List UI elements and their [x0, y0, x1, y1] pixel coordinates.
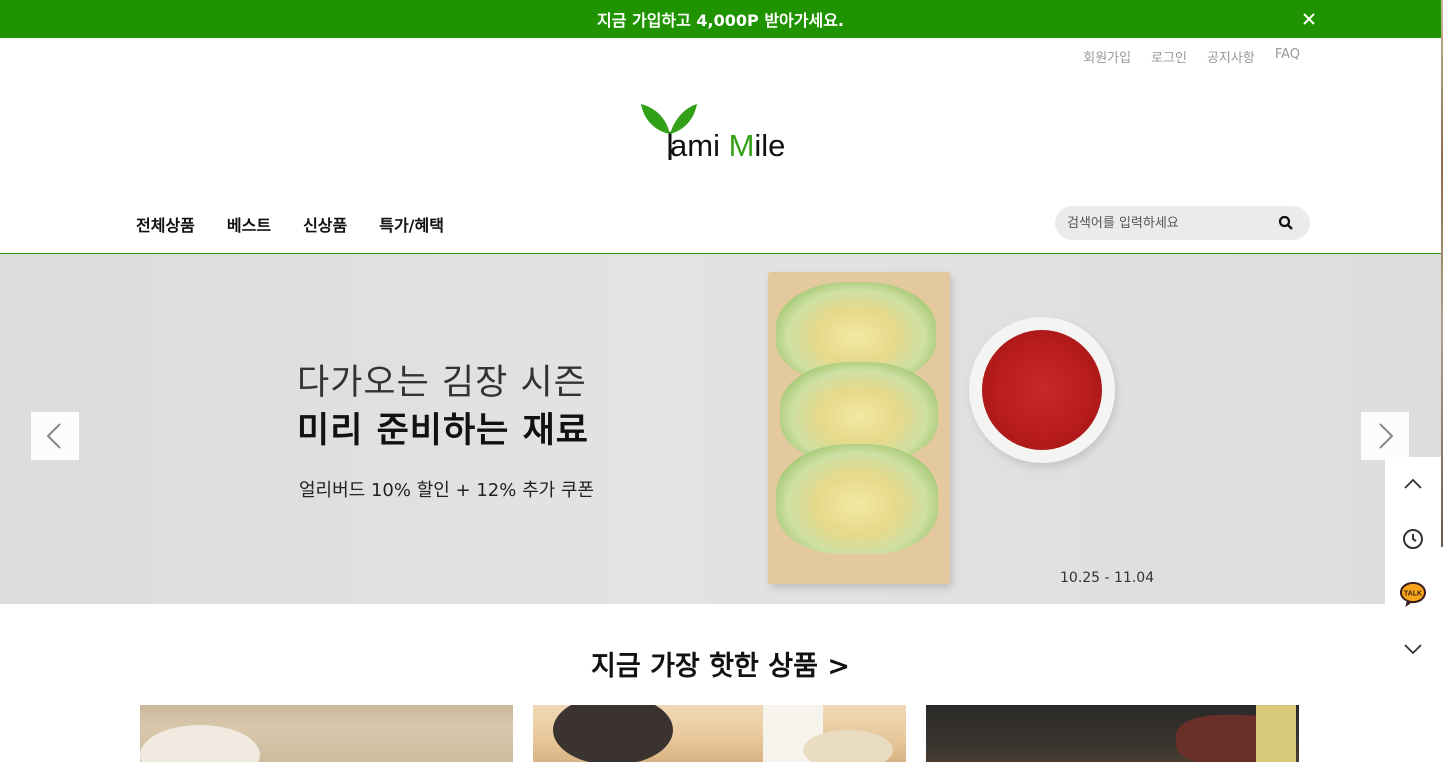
utility-nav: 회원가입 로그인 공지사항 FAQ: [1083, 47, 1300, 66]
nav-new[interactable]: 신상품: [303, 212, 347, 236]
product-card[interactable]: [140, 705, 513, 762]
kakao-talk-icon: TALK: [1400, 582, 1426, 607]
nav-best[interactable]: 베스트: [227, 212, 271, 236]
hero-date: 10.25 - 11.04: [1060, 570, 1155, 586]
kakao-talk-button[interactable]: TALK: [1385, 567, 1441, 621]
nav-all-products[interactable]: 전체상품: [136, 212, 195, 236]
recent-view-button[interactable]: [1385, 512, 1441, 566]
logo-text: ami Mile: [670, 128, 786, 163]
promo-banner: 지금 가입하고 4,000P 받아가세요.: [0, 0, 1441, 38]
scroll-top-button[interactable]: [1385, 457, 1441, 511]
promo-text[interactable]: 지금 가입하고 4,000P 받아가세요.: [597, 7, 844, 31]
signup-link[interactable]: 회원가입: [1083, 47, 1131, 66]
nav-deals[interactable]: 특가/혜택: [379, 212, 444, 236]
hero-title-line1: 다가오는 김장 시즌: [297, 363, 587, 403]
clock-icon: [1403, 529, 1423, 549]
product-card[interactable]: [926, 705, 1299, 762]
hero-title-line2: 미리 준비하는 재료: [297, 411, 589, 451]
svg-text:TALK: TALK: [1404, 591, 1422, 598]
cabbage-image: [776, 444, 938, 554]
hero-banner[interactable]: 다가오는 김장 시즌 미리 준비하는 재료 얼리버드 10% 할인 + 12% …: [0, 254, 1441, 604]
notice-link[interactable]: 공지사항: [1207, 47, 1255, 66]
login-link[interactable]: 로그인: [1151, 47, 1187, 66]
product-card[interactable]: [533, 705, 906, 762]
hot-products-title[interactable]: 지금 가장 핫한 상품 >: [0, 644, 1441, 683]
chevron-up-icon: [1404, 478, 1422, 489]
search-input[interactable]: [1067, 213, 1272, 233]
search-icon[interactable]: [1278, 215, 1294, 231]
main-nav: 전체상품 베스트 신상품 특가/혜택: [136, 212, 444, 236]
chevron-left-icon: [46, 423, 61, 449]
close-icon[interactable]: [1299, 9, 1319, 29]
seasoning-bowl-image: [969, 317, 1115, 463]
slide-next-button[interactable]: [1361, 412, 1409, 460]
faq-link[interactable]: FAQ: [1275, 47, 1300, 66]
chevron-right-icon: [1379, 423, 1394, 449]
hero-subtitle: 얼리버드 10% 할인 + 12% 추가 쿠폰: [299, 480, 595, 501]
search-box: [1055, 206, 1310, 240]
slide-prev-button[interactable]: [31, 412, 79, 460]
logo[interactable]: ami Mile: [640, 102, 805, 166]
